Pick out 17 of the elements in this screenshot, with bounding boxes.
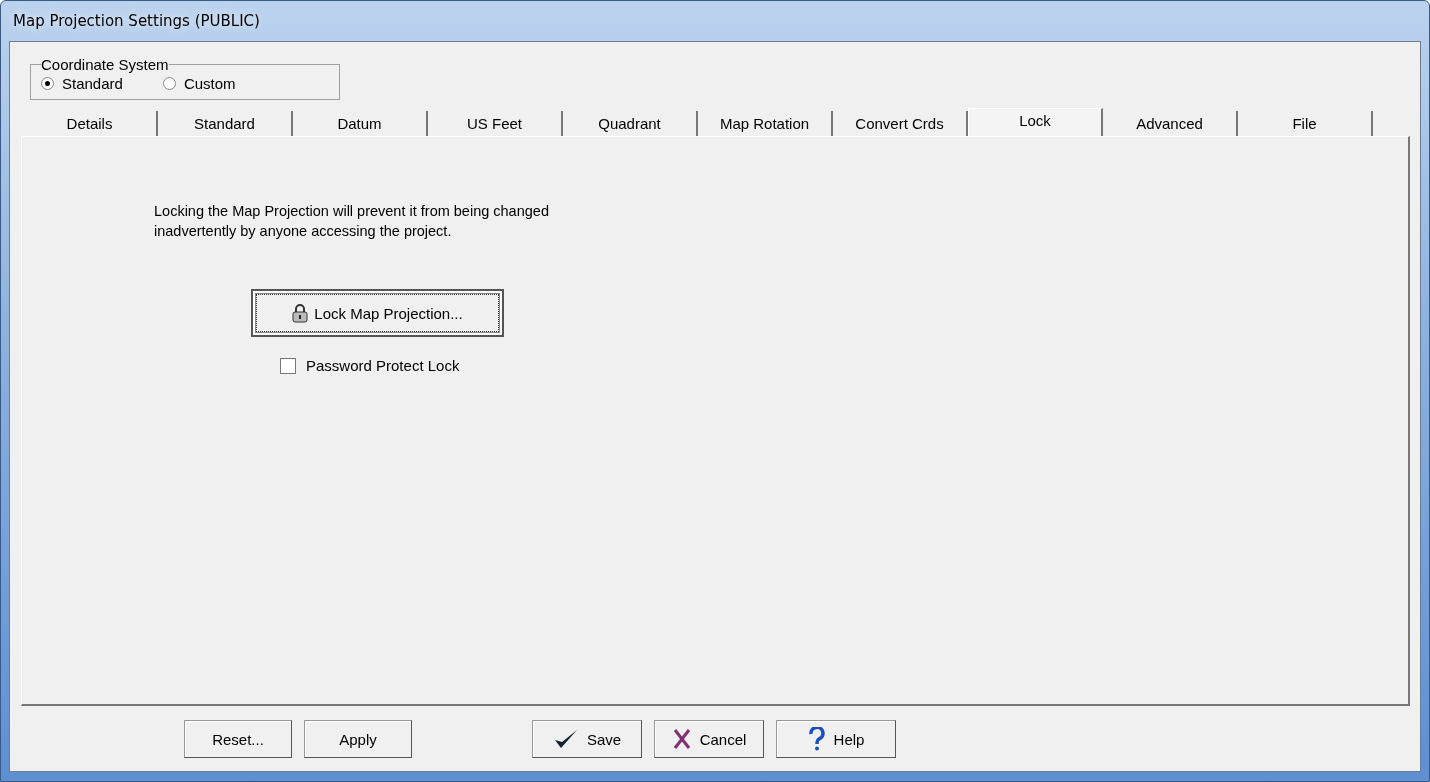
dialog-button[interactable]: Help [776, 720, 896, 758]
description-text: Locking the Map Projection will prevent it from being changed inadvertently by anyone accessing the project. [154, 202, 550, 241]
checkmark-icon [552, 728, 579, 750]
dialog-button[interactable]: Cancel [654, 720, 764, 758]
group-label: Coordinate System [41, 56, 169, 73]
dialog-button[interactable]: Reset... [184, 720, 292, 758]
dialog-button[interactable]: Apply [304, 720, 412, 758]
padlock-icon [292, 303, 309, 323]
radio-option[interactable]: Custom [162, 75, 236, 92]
radio-option[interactable]: Standard [41, 75, 123, 92]
question-mark-icon [807, 727, 826, 751]
dialog-button[interactable]: Save [532, 720, 642, 758]
tab[interactable]: Lock [968, 108, 1103, 136]
window-title: Map Projection Settings (PUBLIC) [12, 12, 260, 30]
password-checkbox[interactable]: Password Protect Lock [280, 357, 1408, 374]
lock-button[interactable]: Lock Map Projection... [251, 289, 504, 337]
x-icon [671, 728, 692, 750]
